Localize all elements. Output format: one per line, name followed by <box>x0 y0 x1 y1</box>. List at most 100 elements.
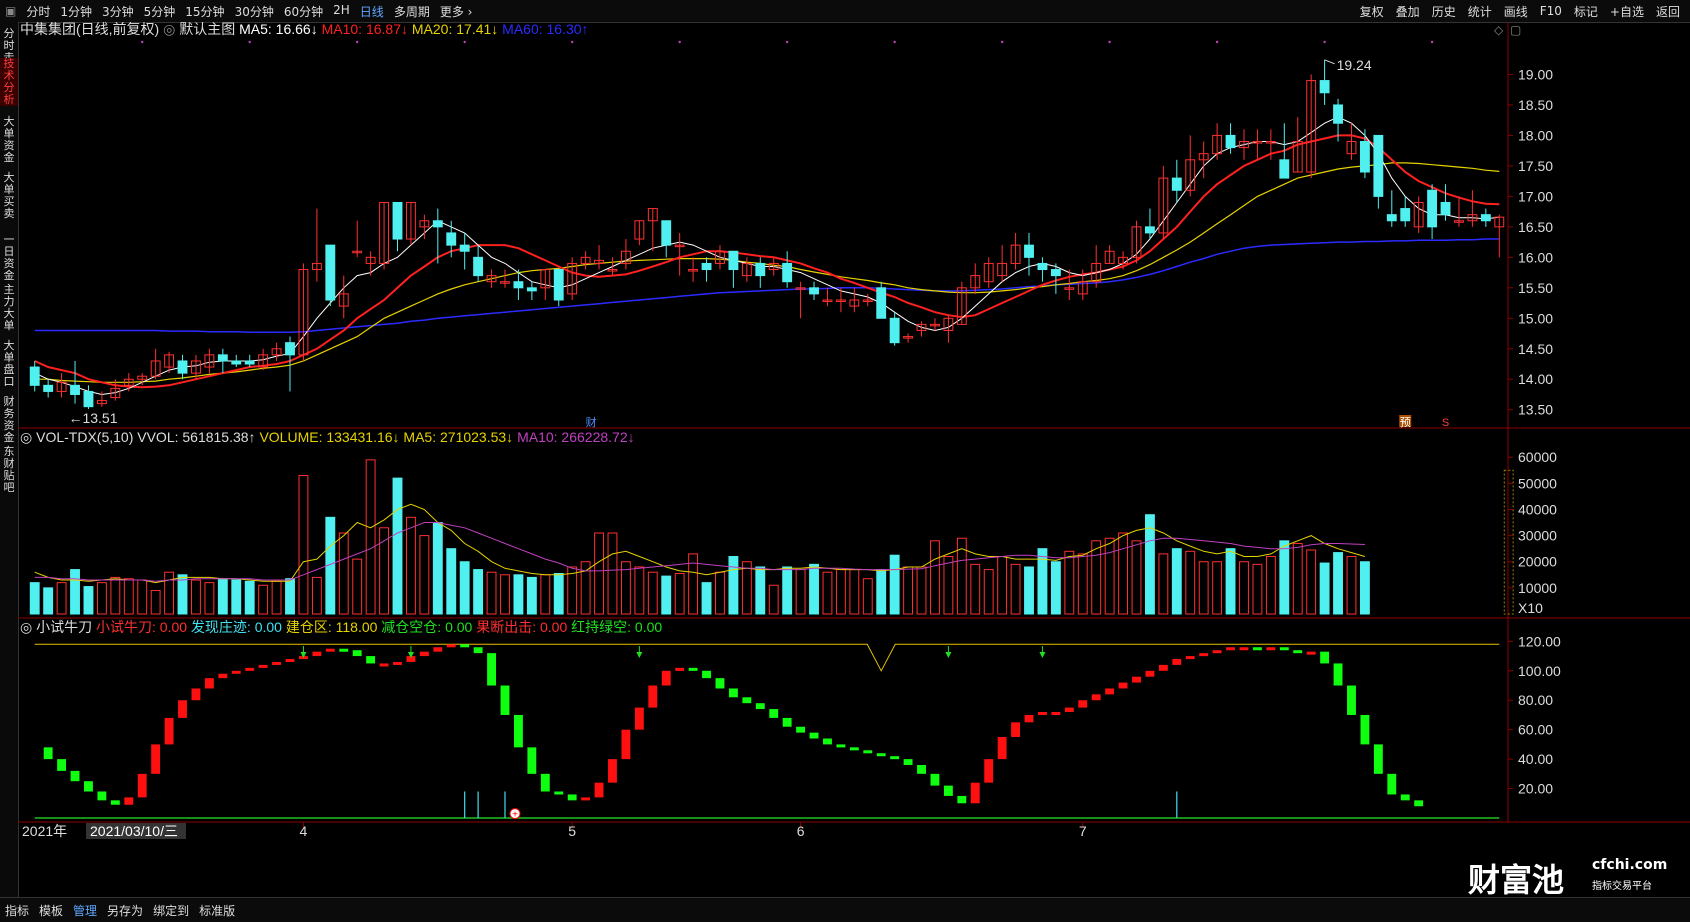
indicator-block[interactable] <box>1158 664 1168 671</box>
volume-bar[interactable] <box>889 554 900 615</box>
indicator-block[interactable] <box>500 685 510 715</box>
volume-bar[interactable] <box>1145 514 1155 615</box>
volume-bar[interactable] <box>1171 548 1182 615</box>
volume-bar[interactable] <box>1077 553 1088 615</box>
indicator-block[interactable] <box>1199 653 1209 657</box>
candle-body[interactable] <box>1279 159 1290 179</box>
volume-bar[interactable] <box>96 582 107 615</box>
bottom-item-5[interactable]: 标准版 <box>194 902 240 919</box>
indicator-block[interactable] <box>487 653 496 686</box>
indicator-block[interactable] <box>393 661 402 665</box>
volume-bar[interactable] <box>1239 561 1249 615</box>
candle-body[interactable] <box>1225 134 1236 149</box>
volume-bar[interactable] <box>1158 553 1169 615</box>
volume-bar[interactable] <box>432 522 443 615</box>
candle-body[interactable] <box>1359 141 1370 173</box>
toolbar-right-item-3[interactable]: 统计 <box>1462 3 1498 20</box>
indicator-block[interactable] <box>191 688 201 701</box>
indicator-block[interactable] <box>419 651 429 657</box>
sidebar-tab-2[interactable]: 大单资金 <box>0 116 18 164</box>
indicator-block[interactable] <box>1118 682 1128 689</box>
indicator-block[interactable] <box>1239 647 1249 651</box>
indicator-block[interactable] <box>527 747 537 774</box>
indicator-block[interactable] <box>1064 707 1074 713</box>
indicator-block[interactable] <box>164 717 174 745</box>
volume-bar[interactable] <box>473 569 484 615</box>
volume-bar[interactable] <box>1037 548 1048 615</box>
indicator-block[interactable] <box>218 673 228 679</box>
indicator-block[interactable] <box>661 670 671 686</box>
indicator-block[interactable] <box>903 759 913 766</box>
indicator-block[interactable] <box>970 782 980 804</box>
indicator-block[interactable] <box>715 678 725 689</box>
period-tab-2[interactable]: 3分钟 <box>97 3 139 20</box>
candle-body[interactable] <box>432 220 443 228</box>
toolbar-right-item-4[interactable]: 画线 <box>1498 3 1534 20</box>
volume-bar[interactable] <box>755 566 766 615</box>
sidebar-tab-7[interactable]: 财务资金 <box>0 396 18 444</box>
volume-bar[interactable] <box>500 574 510 615</box>
volume-bar[interactable] <box>244 580 255 615</box>
candle-body[interactable] <box>755 262 766 277</box>
candle-body[interactable] <box>392 201 403 240</box>
indicator-block[interactable] <box>1387 773 1397 795</box>
candle-body[interactable] <box>1427 189 1438 228</box>
indicator-block[interactable] <box>608 759 617 783</box>
indicator-block[interactable] <box>621 729 631 760</box>
volume-bar[interactable] <box>258 584 269 615</box>
indicator-block[interactable] <box>849 747 859 751</box>
candle-body[interactable] <box>661 220 672 246</box>
indicator-block[interactable] <box>312 651 322 657</box>
volume-bar[interactable] <box>486 571 497 615</box>
candle-body[interactable] <box>553 269 564 301</box>
volume-bar[interactable] <box>1292 542 1303 615</box>
volume-bar[interactable] <box>849 569 860 615</box>
indicator-block[interactable] <box>567 794 577 801</box>
indicator-block[interactable] <box>1373 744 1383 774</box>
indicator-block[interactable] <box>782 717 792 727</box>
candle-body[interactable] <box>473 256 484 277</box>
period-tab-5[interactable]: 30分钟 <box>230 3 279 20</box>
toolbar-menu-icon[interactable]: ▣ <box>0 4 21 18</box>
volume-bar[interactable] <box>540 574 551 615</box>
volume-bar[interactable] <box>446 548 457 615</box>
volume-bar[interactable] <box>1198 561 1209 615</box>
volume-bar[interactable] <box>83 586 94 615</box>
indicator-block[interactable] <box>688 667 698 671</box>
candle-body[interactable] <box>876 287 887 319</box>
volume-bar[interactable] <box>822 571 833 615</box>
volume-bar[interactable] <box>594 532 604 615</box>
candle-body[interactable] <box>728 250 739 271</box>
volume-bar[interactable] <box>459 561 470 615</box>
indicator-block[interactable] <box>460 644 470 648</box>
indicator-block[interactable] <box>366 656 376 664</box>
volume-bar[interactable] <box>553 573 564 615</box>
volume-bar[interactable] <box>1359 561 1370 615</box>
candle-body[interactable] <box>1333 104 1343 124</box>
chart-area[interactable]: 19.00 18.50 18.00 17.50 17.00 16.50 16.00 15.50… <box>18 22 1690 897</box>
toolbar-right-item-0[interactable]: 复权 <box>1354 3 1390 20</box>
candle-body[interactable] <box>177 360 188 374</box>
indicator-block[interactable] <box>97 791 107 801</box>
bottom-item-0[interactable]: 指标 <box>0 902 34 919</box>
volume-bar[interactable] <box>365 459 376 615</box>
volume-bar[interactable] <box>795 569 806 615</box>
indicator-block[interactable] <box>124 797 134 805</box>
candle-body[interactable] <box>83 390 94 408</box>
period-tab-4[interactable]: 15分钟 <box>180 3 229 20</box>
volume-bar[interactable] <box>647 571 658 615</box>
volume-bar[interactable] <box>903 566 914 615</box>
volume-bar[interactable] <box>930 540 940 615</box>
toolbar-right-item-1[interactable]: 叠加 <box>1390 3 1426 20</box>
volume-bar[interactable] <box>970 563 981 615</box>
volume-bar[interactable] <box>674 573 685 615</box>
volume-bar[interactable] <box>150 589 161 615</box>
volume-bar[interactable] <box>1265 556 1276 615</box>
volume-bar[interactable] <box>1225 548 1236 615</box>
indicator-block[interactable] <box>809 732 819 739</box>
indicator-block[interactable] <box>554 791 564 795</box>
indicator-block[interactable] <box>917 765 926 774</box>
volume-bar[interactable] <box>123 578 134 615</box>
volume-bar[interactable] <box>137 579 148 615</box>
volume-bar[interactable] <box>634 566 645 615</box>
